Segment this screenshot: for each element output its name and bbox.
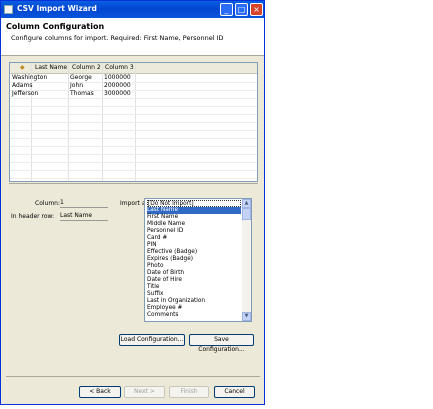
save-configuration-button[interactable]: Save Configuration... [189,334,254,353]
maximize-icon[interactable]: □ [235,3,248,16]
cancel-button[interactable]: Cancel [214,386,255,398]
import-as-list[interactable]: [Do Not Import] Last Name First Name Mid… [144,198,252,322]
list-item-selected[interactable]: Last Name [147,207,241,214]
table-cell: Adams [12,82,33,89]
scroll-down-icon[interactable]: ▼ [242,312,251,321]
scroll-thumb[interactable] [242,208,251,220]
list-item[interactable]: Expires (Badge) [147,256,241,263]
sort-icon[interactable]: ◆ [20,64,25,71]
list-scrollbar[interactable]: ▲ ▼ [242,199,251,321]
header-row-label: In header row: [11,213,55,220]
table-cell: 3000000 [104,90,131,97]
list-item[interactable]: Title [147,284,241,291]
app-icon [4,5,13,14]
list-item[interactable]: Suffix [147,291,241,298]
table-cell: John [70,82,84,89]
footer-divider [6,376,260,377]
list-item[interactable]: Card # [147,235,241,242]
column-value: 1 [60,199,108,208]
table-cell: George [70,74,92,81]
title-bar[interactable]: CSV Import Wizard _ □ × [1,1,264,18]
next-button[interactable]: Next > [124,386,165,398]
finish-button[interactable]: Finish [169,386,209,398]
list-item[interactable]: First Name [147,214,241,221]
table-cell: Jefferson [12,90,39,97]
column-label: Column: [35,200,60,207]
table-cell: Washington [12,74,48,81]
list-item[interactable]: [Do Not Import] [147,200,241,207]
section-divider [9,183,258,184]
wizard-window: CSV Import Wizard _ □ × Column Configura… [0,0,265,405]
column-header[interactable]: Last Name [35,64,67,71]
back-button[interactable]: < Back [79,386,121,398]
table-row [10,170,257,179]
table-header: ◆ Last Name Column 2 Column 3 [10,63,257,74]
wizard-header: Column Configuration Configure columns f… [1,18,264,56]
list-item[interactable]: Photo [147,263,241,270]
minimize-icon[interactable]: _ [220,3,233,16]
list-item[interactable]: Middle Name [147,221,241,228]
list-item[interactable]: Date of Birth [147,270,241,277]
column-header[interactable]: Column 3 [105,64,134,71]
table-cell: Thomas [70,90,94,97]
page-subtitle: Configure columns for import. Required: … [11,34,224,42]
table-cell: 2000000 [104,82,131,89]
close-icon[interactable]: × [250,3,263,16]
window-title: CSV Import Wizard [17,4,97,13]
list-item[interactable]: PIN [147,242,241,249]
list-item[interactable]: Employee # [147,305,241,312]
list-item[interactable]: Personnel ID [147,228,241,235]
page-title: Column Configuration [6,22,105,31]
list-item[interactable]: Comments [147,312,241,319]
list-item[interactable]: Last in Organization [147,298,241,305]
header-row-value: Last Name [60,212,108,221]
load-configuration-button[interactable]: Load Configuration... [119,334,185,346]
column-header[interactable]: Column 2 [72,64,101,71]
preview-table[interactable]: ◆ Last Name Column 2 Column 3 Washington… [9,62,258,182]
table-cell: 1000000 [104,74,131,81]
list-item[interactable]: Effective (Badge) [147,249,241,256]
list-item[interactable]: Date of Hire [147,277,241,284]
scroll-up-icon[interactable]: ▲ [242,199,251,208]
